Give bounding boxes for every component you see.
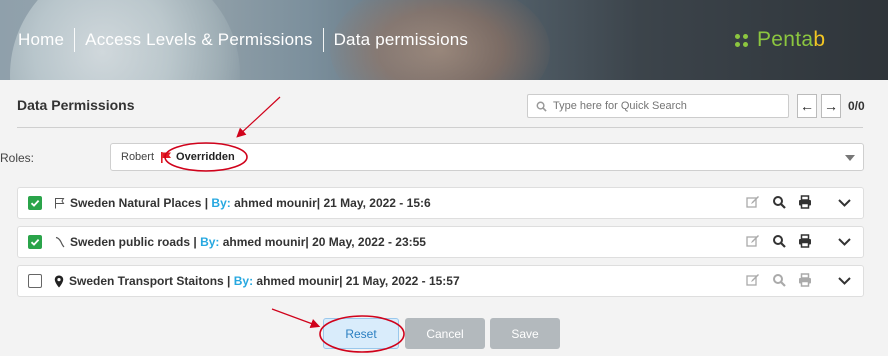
- print-icon[interactable]: [798, 234, 812, 248]
- edit-icon[interactable]: [746, 273, 760, 287]
- row-name: Sweden Natural Places: [70, 196, 202, 210]
- logo-text: Penta: [757, 28, 814, 51]
- header-banner: Home Access Levels & Permissions Data pe…: [0, 0, 888, 80]
- flag-outline-icon: [54, 197, 65, 209]
- row-author-date: ahmed mounir| 21 May, 2022 - 15:57: [256, 274, 460, 288]
- permission-row[interactable]: Sweden public roads | By: ahmed mounir| …: [17, 226, 864, 258]
- row-actions: [746, 273, 824, 287]
- row-author-date: ahmed mounir| 20 May, 2022 - 23:55: [222, 235, 426, 249]
- row-by-label: By:: [233, 274, 254, 288]
- breadcrumb-separator: [74, 28, 76, 52]
- pager-count: 0/0: [848, 99, 865, 113]
- row-actions: [746, 195, 824, 209]
- road-line-icon: [54, 236, 65, 248]
- edit-icon[interactable]: [746, 234, 760, 248]
- search-icon: [536, 101, 547, 112]
- print-icon[interactable]: [798, 273, 812, 287]
- role-name: Robert: [121, 151, 155, 163]
- chevron-down-icon[interactable]: [838, 234, 851, 252]
- title-divider: [17, 127, 863, 128]
- breadcrumb-access-levels[interactable]: Access Levels & Permissions: [85, 30, 312, 50]
- breadcrumb-data-permissions: Data permissions: [333, 30, 469, 49]
- row-author-date: ahmed mounir| 21 May, 2022 - 15:6: [234, 196, 431, 210]
- logo-suffix: b: [813, 28, 826, 51]
- search-icon[interactable]: [772, 195, 786, 209]
- roles-select[interactable]: Robert Overridden: [110, 143, 864, 171]
- permission-row[interactable]: Sweden Transport Staitons | By: ahmed mo…: [17, 265, 864, 297]
- row-title: Sweden public roads | By: ahmed mounir| …: [70, 235, 426, 249]
- logo-dots-icon: [735, 33, 748, 47]
- quick-search-input[interactable]: [553, 100, 773, 112]
- cancel-button[interactable]: Cancel: [405, 318, 485, 349]
- row-actions: [746, 234, 824, 248]
- print-icon[interactable]: [798, 195, 812, 209]
- chevron-down-icon[interactable]: [845, 155, 855, 161]
- row-title: Sweden Transport Staitons | By: ahmed mo…: [69, 274, 460, 288]
- annotation-arrow-overridden: [236, 96, 281, 138]
- annotation-arrow-reset: [271, 308, 321, 329]
- page-title: Data Permissions: [17, 97, 135, 113]
- chevron-down-icon[interactable]: [838, 195, 851, 213]
- map-marker-icon: [54, 275, 64, 288]
- permission-row[interactable]: Sweden Natural Places | By: ahmed mounir…: [17, 187, 864, 219]
- chevron-down-icon[interactable]: [838, 273, 851, 291]
- row-checkbox[interactable]: [28, 196, 42, 210]
- role-status: Overridden: [176, 151, 235, 163]
- row-by-label: By:: [200, 235, 220, 249]
- row-name: Sweden public roads: [70, 235, 191, 249]
- roles-label: Roles:: [0, 151, 35, 165]
- red-flag-icon: [161, 152, 172, 163]
- reset-button[interactable]: Reset: [323, 318, 399, 349]
- checkmark-icon: [30, 199, 40, 207]
- search-icon[interactable]: [772, 234, 786, 248]
- row-name: Sweden Transport Staitons: [69, 274, 224, 288]
- arrow-left-icon: ←: [800, 98, 814, 114]
- save-button[interactable]: Save: [490, 318, 560, 349]
- row-checkbox[interactable]: [28, 274, 42, 288]
- row-title: Sweden Natural Places | By: ahmed mounir…: [70, 196, 431, 210]
- prev-page-button[interactable]: ←: [797, 94, 817, 118]
- breadcrumb-separator: [322, 28, 324, 52]
- checkmark-icon: [30, 238, 40, 246]
- row-by-label: By:: [211, 196, 231, 210]
- row-checkbox[interactable]: [28, 235, 42, 249]
- pentab-logo: Penta b: [735, 28, 825, 52]
- breadcrumb-home[interactable]: Home: [18, 30, 64, 50]
- search-icon[interactable]: [772, 273, 786, 287]
- breadcrumb: Home Access Levels & Permissions Data pe…: [18, 28, 468, 52]
- next-page-button[interactable]: →: [821, 94, 841, 118]
- quick-search-box[interactable]: [527, 94, 789, 118]
- edit-icon[interactable]: [746, 195, 760, 209]
- arrow-right-icon: →: [824, 98, 838, 114]
